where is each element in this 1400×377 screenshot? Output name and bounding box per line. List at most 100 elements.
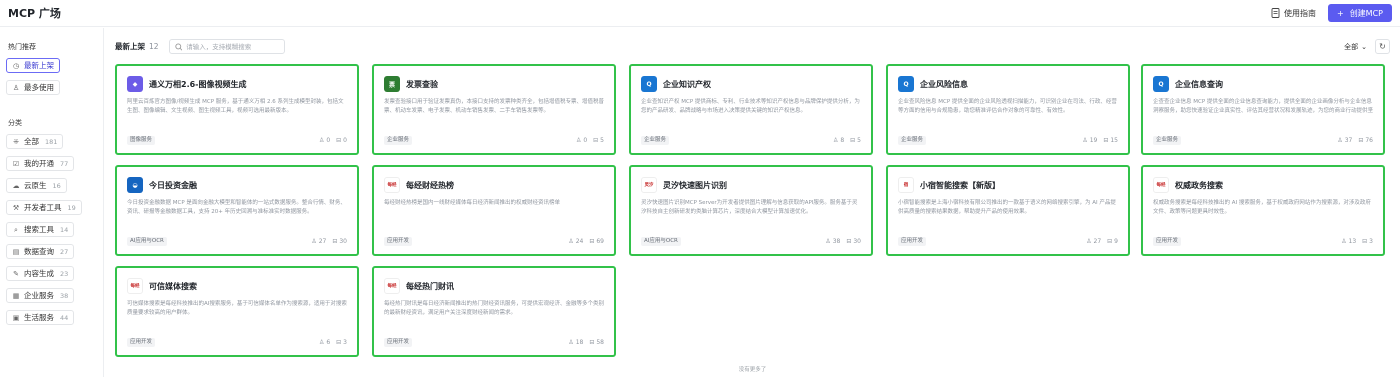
sidebar-item-label: 开发者工具 bbox=[24, 203, 62, 212]
mcp-card[interactable]: Q 企业信息查询 企查查企业信息 MCP 提供全面的企业信息查询能力，提供全面的企业… bbox=[1141, 64, 1385, 155]
sidebar-item-category[interactable]: ☑ 我的开通 77 bbox=[6, 156, 75, 171]
card-stats: ♙ 0 ⊟ 0 bbox=[319, 137, 347, 144]
card-title: 发票查验 bbox=[406, 79, 438, 89]
sidebar-item-count: 181 bbox=[45, 137, 58, 146]
mcp-card[interactable]: 每经 可信媒体搜索 可信媒体搜索是每经科技推出的AI搜索服务，基于可信媒体名单作为搜… bbox=[115, 266, 359, 357]
mcp-card[interactable]: 宿 小宿智能搜索【新版】 小宿智能搜索是上海小宿科技有限公司推出的一款基于语义的网络… bbox=[886, 165, 1130, 256]
users-count: 13 bbox=[1348, 238, 1357, 245]
card-description: 企业查知识产权 MCP 提供商标、专利、行业技术等知识产权信息与品牌保护提供分析… bbox=[641, 99, 860, 114]
sidebar-item-latest[interactable]: ◷ 最新上架 bbox=[6, 58, 60, 73]
search-icon bbox=[174, 42, 183, 51]
sidebar-item-category[interactable]: ▤ 数据查询 27 bbox=[6, 244, 75, 259]
card-footer: 企业服务 ♙ 8 ⊟ 5 bbox=[641, 136, 861, 145]
calls-stat: ⊟ 30 bbox=[846, 238, 861, 245]
mcp-card[interactable]: 票 发票查验 发票查验接口用于验证发票真伪，本接口支持的发票种类齐全，包括增值税专票… bbox=[372, 64, 616, 155]
mcp-card[interactable]: 每经 每经热门财讯 每经热门财讯是每日经济新闻推出的热门财经资讯服务，可提供宏观经济… bbox=[372, 266, 616, 357]
calls-icon: ⊟ bbox=[1362, 238, 1368, 245]
mcp-card[interactable]: Q 企业风险信息 企业查风险信息 MCP 提供全面的企业风险透视扫描能力，可识别企业… bbox=[886, 64, 1130, 155]
card-footer: 应用开发 ♙ 18 ⊟ 58 bbox=[384, 338, 604, 347]
category-tag: 应用开发 bbox=[384, 237, 413, 246]
service-logo: 每经 bbox=[384, 278, 400, 294]
calendar-icon: ▣ bbox=[12, 313, 20, 322]
calls-icon: ⊟ bbox=[336, 137, 342, 144]
sidebar-item-category[interactable]: ▦ 企业服务 38 bbox=[6, 288, 75, 303]
document-icon bbox=[1271, 8, 1280, 18]
user-icon: ♙ bbox=[311, 238, 317, 245]
users-stat: ♙ 38 bbox=[825, 238, 840, 245]
page-title: MCP 广场 bbox=[8, 7, 61, 20]
refresh-button[interactable]: ↻ bbox=[1375, 39, 1390, 54]
sidebar-item-label: 最多使用 bbox=[24, 83, 54, 92]
no-more-text: 没有更多了 bbox=[738, 367, 767, 373]
sidebar-item-count: 77 bbox=[60, 159, 69, 168]
sidebar-item-category[interactable]: ⚒ 开发者工具 19 bbox=[6, 200, 82, 215]
card-stats: ♙ 18 ⊟ 58 bbox=[568, 339, 604, 346]
card-header: 票 发票查验 bbox=[384, 76, 604, 92]
users-count: 0 bbox=[583, 137, 588, 144]
card-description: 今日投资金融数据 MCP 是面向金融大模型和智能体的一站式数据服务。整合行情、财… bbox=[127, 200, 346, 215]
create-mcp-button[interactable]: + 创建MCP bbox=[1327, 4, 1392, 22]
section-count: 12 bbox=[149, 42, 159, 51]
card-stats: ♙ 38 ⊟ 30 bbox=[825, 238, 861, 245]
filter-label: 全部 bbox=[1344, 42, 1359, 51]
users-stat: ♙ 0 bbox=[576, 137, 587, 144]
user-icon: ♙ bbox=[568, 238, 574, 245]
mcp-card[interactable]: ◒ 今日投资金融 今日投资金融数据 MCP 是面向金融大模型和智能体的一站式数据服务… bbox=[115, 165, 359, 256]
users-count: 6 bbox=[326, 339, 331, 346]
card-header: 每经 每经财经热榜 bbox=[384, 177, 604, 193]
sidebar-item-count: 16 bbox=[52, 181, 61, 190]
sidebar-item-category[interactable]: ✎ 内容生成 23 bbox=[6, 266, 75, 281]
card-stats: ♙ 8 ⊟ 5 bbox=[833, 137, 861, 144]
category-heading: 分类 bbox=[8, 119, 22, 127]
card-stats: ♙ 27 ⊟ 30 bbox=[311, 238, 347, 245]
users-stat: ♙ 37 bbox=[1337, 137, 1352, 144]
calls-stat: ⊟ 69 bbox=[589, 238, 604, 245]
mcp-card[interactable]: 灵汐 灵汐快速图片识别 灵汐快速图片识别MCP Server为开发者提供图片理解与信… bbox=[629, 165, 873, 256]
category-tag: 应用开发 bbox=[384, 338, 413, 347]
edit-icon: ✎ bbox=[13, 269, 19, 278]
calls-icon: ⊟ bbox=[336, 339, 342, 346]
logo-mark: ◒ bbox=[132, 181, 138, 189]
guide-button[interactable]: 使用指南 bbox=[1271, 8, 1316, 19]
category-tag: AI应用与OCR bbox=[127, 237, 167, 246]
logo-mark: Q bbox=[1158, 80, 1164, 88]
calls-icon: ⊟ bbox=[846, 238, 852, 245]
search-box[interactable] bbox=[168, 39, 285, 54]
users-stat: ♙ 24 bbox=[568, 238, 583, 245]
users-stat: ♙ 13 bbox=[1341, 238, 1356, 245]
mcp-card[interactable]: 每经 每经财经热榜 每经财经热榜是国内一线财经媒体每日经济新闻推出的权威财经资讯榜单… bbox=[372, 165, 616, 256]
sidebar-item-category[interactable]: ▣ 生活服务 44 bbox=[6, 310, 75, 325]
calls-count: 5 bbox=[600, 137, 604, 144]
card-title: 每经热门财讯 bbox=[406, 281, 454, 291]
service-logo: 每经 bbox=[1153, 177, 1169, 193]
mcp-card[interactable]: ◆ 通义万相2.6-图像视频生成 阿里云百炼官方图像/视频生成 MCP 服务，基于通… bbox=[115, 64, 359, 155]
guide-label: 使用指南 bbox=[1283, 8, 1316, 18]
refresh-icon: ↻ bbox=[1379, 42, 1386, 51]
card-header: 每经 每经热门财讯 bbox=[384, 278, 604, 294]
calls-icon: ⊟ bbox=[1107, 238, 1113, 245]
sidebar-item-most-used[interactable]: ♙ 最多使用 bbox=[6, 80, 60, 95]
user-icon: ♙ bbox=[1086, 238, 1092, 245]
user-icon: ♙ bbox=[1341, 238, 1347, 245]
sidebar-item-category[interactable]: ⌕ 搜索工具 14 bbox=[6, 222, 75, 237]
sidebar-item-category[interactable]: ⁜ 全部 181 bbox=[6, 134, 64, 149]
search-input[interactable] bbox=[186, 42, 279, 51]
logo-mark: Q bbox=[646, 80, 652, 88]
sidebar-item-count: 19 bbox=[67, 203, 76, 212]
users-stat: ♙ 8 bbox=[833, 137, 844, 144]
users-count: 27 bbox=[1093, 238, 1102, 245]
sidebar-item-label: 生活服务 bbox=[24, 313, 54, 322]
card-footer: 应用开发 ♙ 6 ⊟ 3 bbox=[127, 338, 347, 347]
mcp-card[interactable]: Q 企业知识产权 企业查知识产权 MCP 提供商标、专利、行业技术等知识产权信息与品… bbox=[629, 64, 873, 155]
users-count: 8 bbox=[840, 137, 845, 144]
mcp-card[interactable]: 每经 权威政务搜索 权威政务搜索是每经科技推出的 AI 搜索服务，基于权威政府网站作… bbox=[1141, 165, 1385, 256]
card-header: Q 企业风险信息 bbox=[898, 76, 1118, 92]
service-logo: Q bbox=[898, 76, 914, 92]
filter-dropdown[interactable]: 全部 ⌄ bbox=[1344, 42, 1367, 52]
service-logo: 每经 bbox=[127, 278, 143, 294]
logo-mark: 每经 bbox=[387, 284, 397, 289]
logo-mark: 票 bbox=[388, 81, 395, 89]
logo-mark: Q bbox=[903, 80, 909, 88]
card-title: 企业信息查询 bbox=[1175, 79, 1223, 89]
sidebar-item-category[interactable]: ☁ 云原生 16 bbox=[6, 178, 67, 193]
